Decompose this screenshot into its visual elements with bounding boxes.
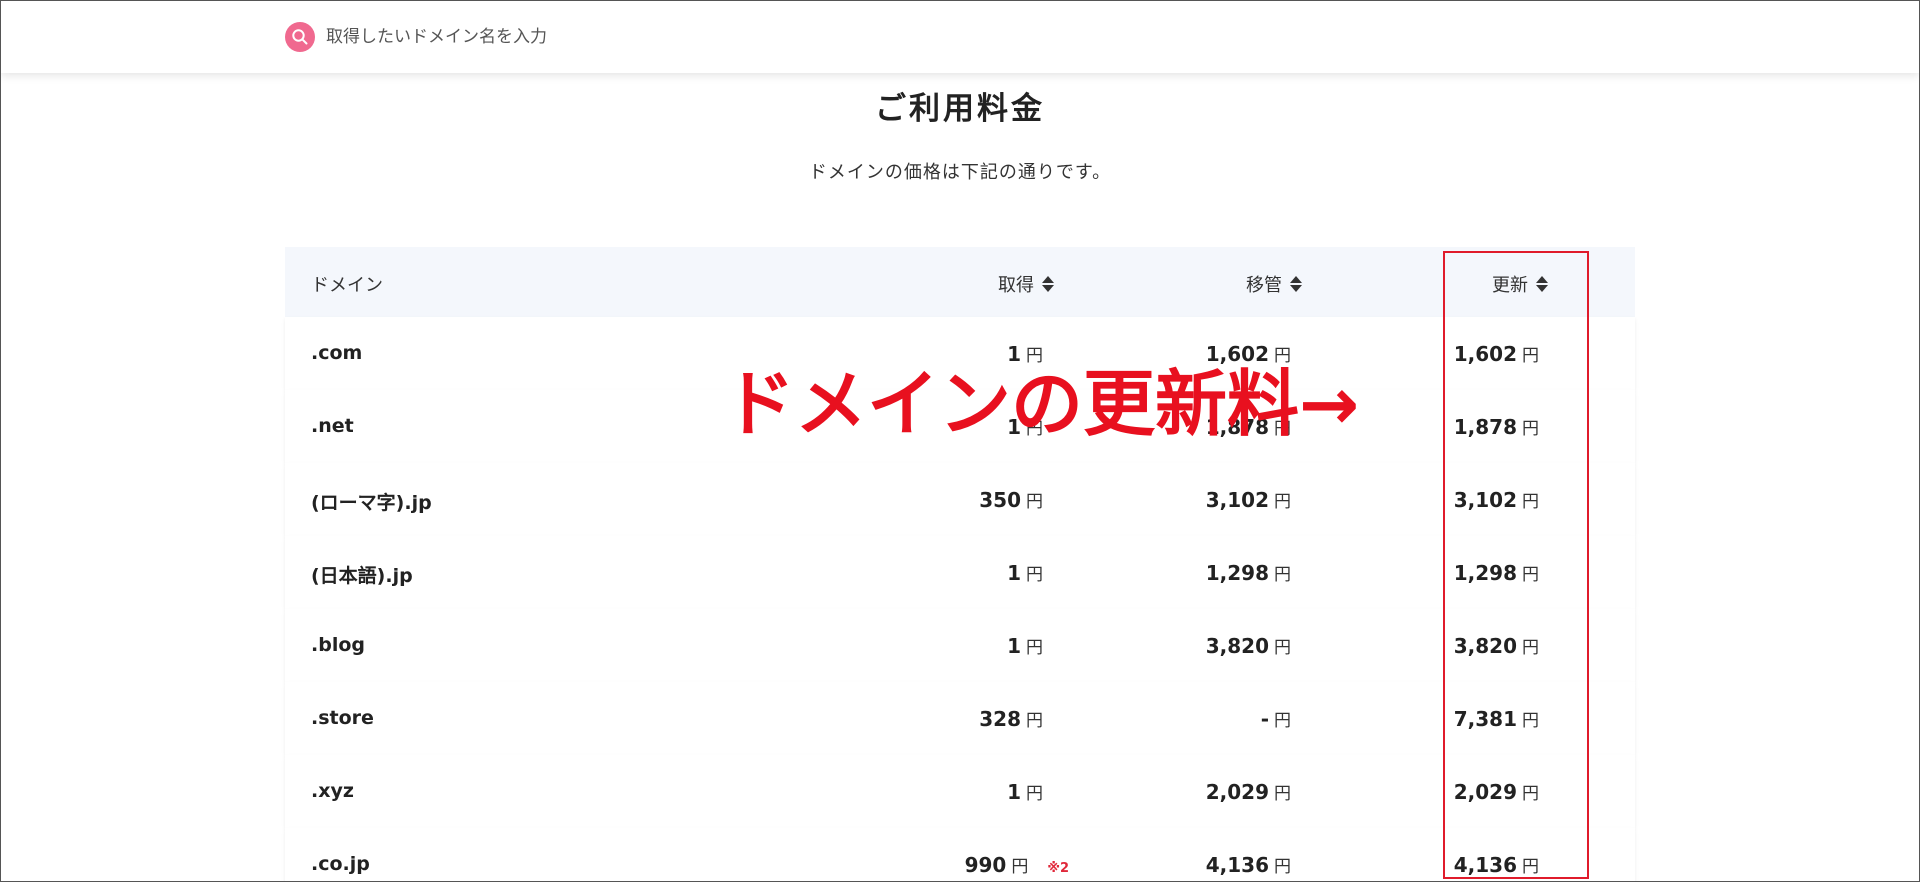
table-row: .xyz 1円 2,029 円 2,029 円	[285, 755, 1635, 828]
transfer-price: 4,136 円	[1205, 853, 1291, 877]
renew-price: 7,381 円	[1453, 707, 1539, 731]
page-title: ご利用料金	[875, 91, 1045, 127]
domain-name: .co.jp	[311, 853, 370, 875]
domain-name: .xyz	[311, 780, 354, 802]
renew-price: 3,820 円	[1453, 634, 1539, 658]
renew-price: 3,102 円	[1453, 488, 1539, 512]
domain-name: .blog	[311, 634, 365, 656]
sort-icon	[1536, 276, 1548, 292]
table-row: .store 328 円 -円 7,381 円	[285, 682, 1635, 755]
domain-name: (日本語).jp	[311, 565, 413, 587]
domain-search	[285, 22, 746, 52]
table-row: (ローマ字).jp 350 円 3,102 円 3,102 円	[285, 463, 1635, 536]
price-table: ドメイン 取得 移管 更新 .com 1円 1,602 円 1,602 円 .n…	[285, 247, 1635, 881]
table-row: .co.jp 990 円 ※2 4,136 円 4,136 円	[285, 828, 1635, 881]
domain-name: .com	[311, 342, 363, 364]
column-header-renew: 更新	[1492, 275, 1528, 296]
get-price: 328 円	[979, 707, 1043, 731]
get-price: 350 円	[979, 488, 1043, 512]
renewal-fee-annotation: ドメインの更新料→	[723, 362, 1360, 446]
table-row: (日本語).jp 1円 1,298 円 1,298 円	[285, 536, 1635, 609]
browser-viewport: ご利用料金 ドメインの価格は下記の通りです。 ドメイン 取得 移管 更新 .co…	[0, 0, 1920, 882]
footnote-mark[interactable]: ※2	[1047, 861, 1069, 876]
renew-price: 1,298 円	[1453, 561, 1539, 585]
transfer-price: 1,298 円	[1205, 561, 1291, 585]
domain-name: .net	[311, 415, 354, 437]
get-price: 1円	[1007, 634, 1043, 658]
get-price: 1円	[1007, 561, 1043, 585]
search-input[interactable]	[326, 27, 746, 47]
domain-name: (ローマ字).jp	[311, 492, 432, 514]
table-header: ドメイン 取得 移管 更新	[285, 247, 1635, 317]
renew-price: 1,602 円	[1453, 342, 1539, 366]
search-icon[interactable]	[285, 22, 315, 52]
get-price: 1円	[1007, 780, 1043, 804]
transfer-price: -円	[1260, 707, 1291, 731]
sort-by-get-button[interactable]: 取得	[998, 271, 1054, 297]
sort-by-transfer-button[interactable]: 移管	[1246, 271, 1302, 297]
sort-icon	[1042, 276, 1054, 292]
renew-price: 2,029 円	[1453, 780, 1539, 804]
site-header	[1, 1, 1919, 73]
renew-price: 1,878 円	[1453, 415, 1539, 439]
transfer-price: 3,820 円	[1205, 634, 1291, 658]
transfer-price: 2,029 円	[1205, 780, 1291, 804]
sort-by-renew-button[interactable]: 更新	[1492, 271, 1548, 297]
get-price: 990 円 ※2	[964, 853, 1069, 877]
column-header-domain: ドメイン	[311, 275, 383, 296]
domain-name: .store	[311, 707, 374, 729]
page-subtitle: ドメインの価格は下記の通りです。	[808, 162, 1112, 183]
column-header-transfer: 移管	[1246, 275, 1282, 296]
renew-price: 4,136 円	[1453, 853, 1539, 877]
column-header-get: 取得	[998, 275, 1034, 296]
transfer-price: 3,102 円	[1205, 488, 1291, 512]
sort-icon	[1290, 276, 1302, 292]
table-row: .blog 1円 3,820 円 3,820 円	[285, 609, 1635, 682]
